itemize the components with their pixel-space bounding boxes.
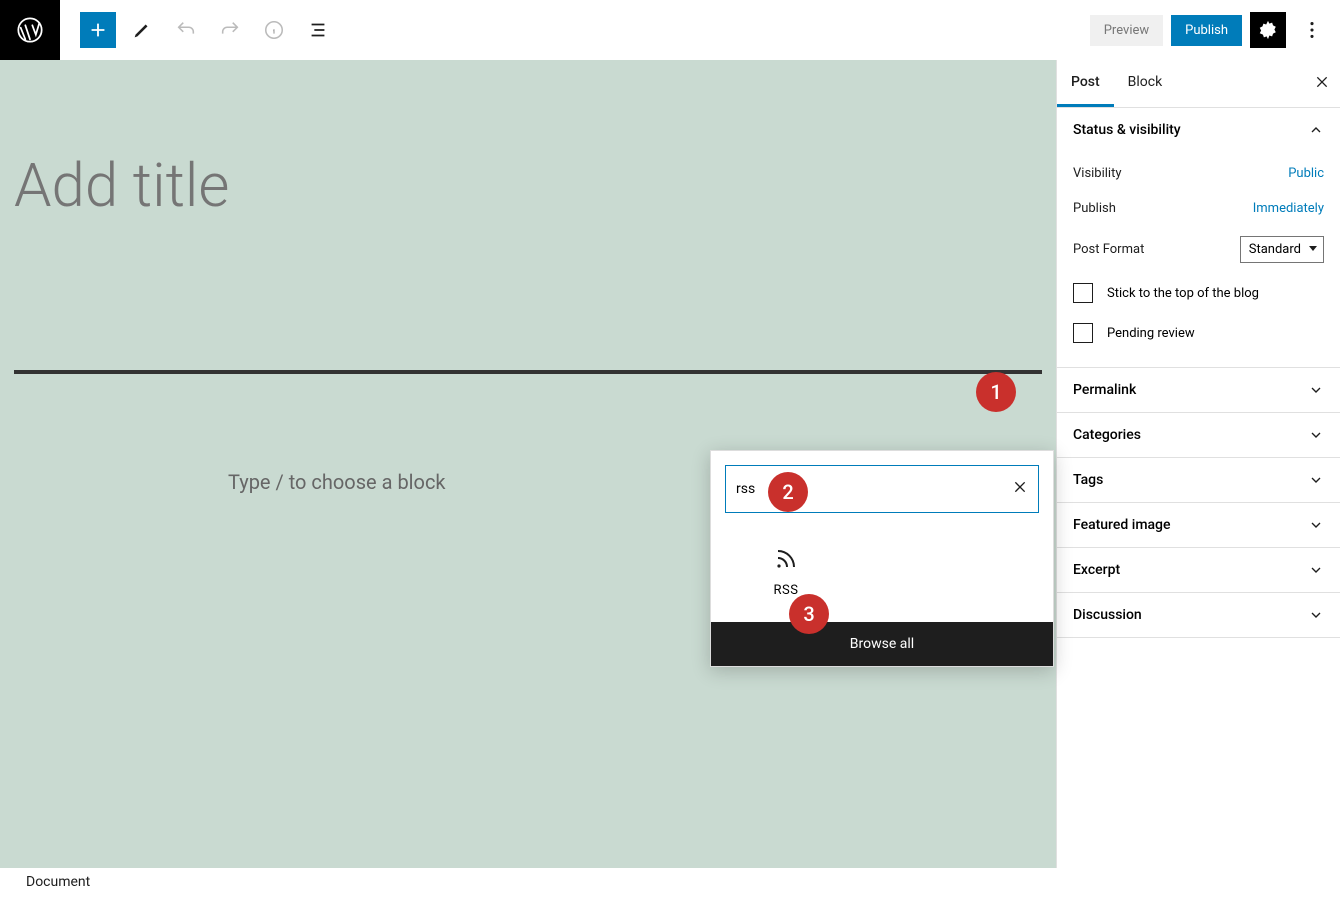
panel-permalink: Permalink <box>1057 368 1340 413</box>
settings-sidebar: Post Block Status & visibility Visibilit… <box>1056 60 1340 868</box>
preview-button[interactable]: Preview <box>1090 15 1163 46</box>
toolbar-left-group <box>60 12 336 48</box>
sidebar-tabs: Post Block <box>1057 60 1340 108</box>
sticky-label: Stick to the top of the blog <box>1107 286 1259 301</box>
row-post-format: Post Format Standard <box>1073 226 1324 273</box>
plus-icon <box>87 19 109 41</box>
panel-head-permalink[interactable]: Permalink <box>1057 368 1340 412</box>
panel-head-featured-image[interactable]: Featured image <box>1057 503 1340 547</box>
block-breadcrumb[interactable]: Document <box>0 868 1056 900</box>
close-icon <box>1012 479 1028 495</box>
panel-discussion: Discussion <box>1057 593 1340 638</box>
undo-icon <box>175 19 197 41</box>
chevron-down-icon <box>1308 472 1324 488</box>
row-pending: Pending review <box>1073 313 1324 353</box>
publish-value-link[interactable]: Immediately <box>1253 201 1324 216</box>
kebab-icon <box>1301 19 1323 41</box>
panel-head-categories[interactable]: Categories <box>1057 413 1340 457</box>
panel-head-status[interactable]: Status & visibility <box>1057 108 1340 152</box>
redo-icon <box>219 19 241 41</box>
toolbar-right-group: Preview Publish <box>1090 0 1330 60</box>
annotation-2: 2 <box>768 472 808 512</box>
post-format-label: Post Format <box>1073 242 1144 257</box>
settings-button[interactable] <box>1250 12 1286 48</box>
info-button[interactable] <box>256 12 292 48</box>
publish-button[interactable]: Publish <box>1171 15 1242 46</box>
document-outline-button[interactable] <box>300 12 336 48</box>
wordpress-logo[interactable] <box>0 0 60 60</box>
panel-tags: Tags <box>1057 458 1340 503</box>
chevron-up-icon <box>1308 122 1324 138</box>
chevron-down-icon <box>1308 427 1324 443</box>
panel-title: Discussion <box>1073 607 1142 623</box>
close-sidebar-button[interactable] <box>1314 74 1330 94</box>
row-publish: Publish Immediately <box>1073 191 1324 226</box>
tab-post[interactable]: Post <box>1057 60 1114 107</box>
annotation-1: 1 <box>976 372 1016 412</box>
panel-title: Status & visibility <box>1073 122 1181 138</box>
add-block-button[interactable] <box>80 12 116 48</box>
visibility-value-link[interactable]: Public <box>1288 166 1324 181</box>
row-visibility: Visibility Public <box>1073 156 1324 191</box>
panel-status-visibility: Status & visibility Visibility Public Pu… <box>1057 108 1340 368</box>
block-type-rss[interactable]: RSS <box>741 547 831 598</box>
more-options-button[interactable] <box>1294 12 1330 48</box>
panel-head-excerpt[interactable]: Excerpt <box>1057 548 1340 592</box>
browse-all-button[interactable]: Browse all <box>711 622 1053 666</box>
tools-button[interactable] <box>124 12 160 48</box>
panel-categories: Categories <box>1057 413 1340 458</box>
pending-label: Pending review <box>1107 326 1195 341</box>
panel-title: Categories <box>1073 427 1141 443</box>
inserter-results: RSS <box>711 527 1053 622</box>
pending-checkbox[interactable] <box>1073 323 1093 343</box>
panel-head-tags[interactable]: Tags <box>1057 458 1340 502</box>
rss-icon <box>741 547 831 571</box>
undo-button[interactable] <box>168 12 204 48</box>
chevron-down-icon <box>1308 607 1324 623</box>
panel-body-status: Visibility Public Publish Immediately Po… <box>1057 152 1340 367</box>
panel-title: Featured image <box>1073 517 1171 533</box>
top-toolbar: Preview Publish <box>0 0 1340 60</box>
publish-label: Publish <box>1073 201 1116 216</box>
panel-head-discussion[interactable]: Discussion <box>1057 593 1340 637</box>
panel-title: Permalink <box>1073 382 1136 398</box>
clear-search-button[interactable] <box>1012 479 1028 500</box>
post-format-select[interactable]: Standard <box>1240 236 1324 263</box>
redo-button[interactable] <box>212 12 248 48</box>
panel-title: Tags <box>1073 472 1103 488</box>
panel-featured-image: Featured image <box>1057 503 1340 548</box>
chevron-down-icon <box>1308 382 1324 398</box>
wordpress-icon <box>16 16 44 44</box>
panel-excerpt: Excerpt <box>1057 548 1340 593</box>
annotation-3: 3 <box>789 594 829 634</box>
visibility-label: Visibility <box>1073 166 1122 181</box>
chevron-down-icon <box>1308 562 1324 578</box>
panel-title: Excerpt <box>1073 562 1120 578</box>
close-icon <box>1314 74 1330 90</box>
list-icon <box>307 19 329 41</box>
gear-icon <box>1257 19 1279 41</box>
paragraph-placeholder[interactable]: Type / to choose a block <box>228 470 446 494</box>
block-inserter-popover: RSS Browse all <box>710 450 1054 667</box>
separator-block[interactable] <box>14 370 1042 374</box>
sticky-checkbox[interactable] <box>1073 283 1093 303</box>
tab-block[interactable]: Block <box>1114 60 1177 107</box>
pencil-icon <box>131 19 153 41</box>
row-sticky: Stick to the top of the blog <box>1073 273 1324 313</box>
post-title-input[interactable] <box>14 140 1042 231</box>
info-icon <box>263 19 285 41</box>
chevron-down-icon <box>1308 517 1324 533</box>
